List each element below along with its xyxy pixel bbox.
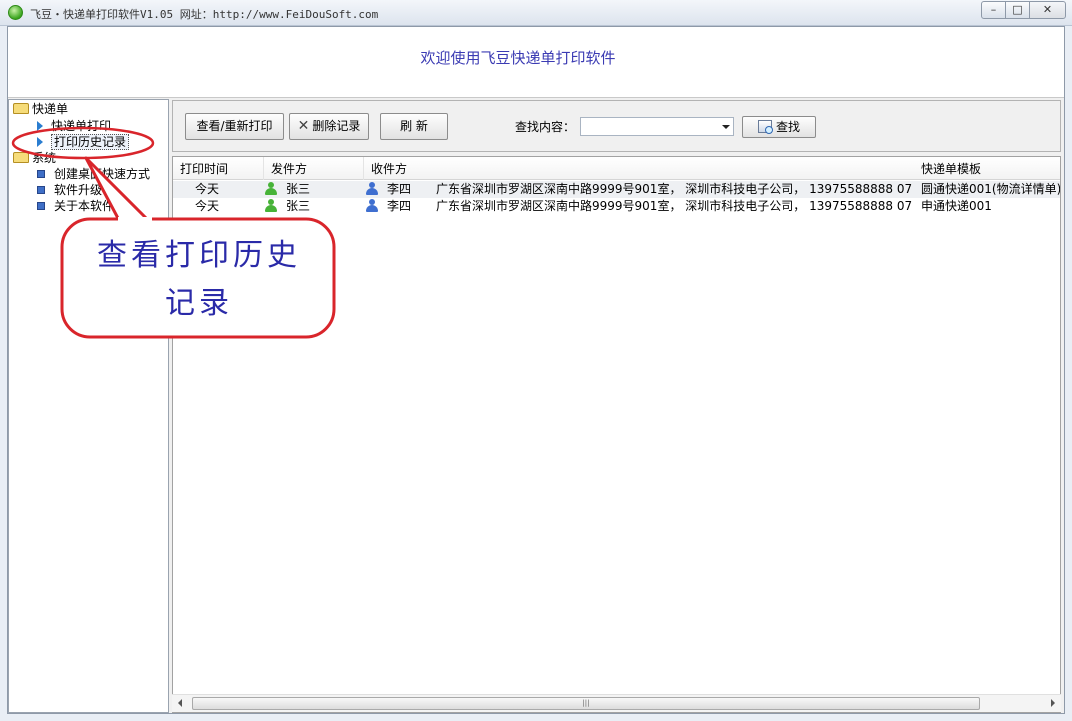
column-header-template[interactable]: 快递单模板	[914, 157, 1060, 180]
app-icon	[8, 5, 23, 20]
cell-template: 申通快递001	[921, 199, 992, 213]
tree-item-desktop-shortcut[interactable]: 创建桌面快速方式	[37, 166, 150, 182]
square-icon	[37, 170, 45, 178]
column-header-print-time[interactable]: 打印时间	[173, 157, 264, 180]
callout-line-2: 记录	[165, 286, 233, 321]
tree-item-waybill-print[interactable]: 快递单打印	[37, 118, 111, 134]
table-header: 打印时间 发件方 收件方 快递单模板	[173, 157, 1060, 180]
view-reprint-button[interactable]: 查看/重新打印	[185, 113, 284, 140]
cell-print-time: 今天	[195, 182, 220, 196]
sender-person-icon	[265, 182, 277, 196]
banner-title: 欢迎使用飞豆快递单打印软件	[420, 49, 616, 67]
search-input[interactable]	[580, 117, 734, 136]
tree-item-about[interactable]: 关于本软件	[37, 198, 114, 214]
tree-item-label: 打印历史记录	[51, 134, 130, 150]
tree-group-label: 系统	[32, 151, 57, 165]
cell-receiver: 李四	[366, 198, 436, 215]
folder-icon	[13, 152, 29, 163]
delete-records-button[interactable]: ✕ 删除记录	[289, 113, 369, 140]
search-button-label: 查找	[775, 120, 800, 134]
tree-item-label: 创建桌面快速方式	[54, 167, 151, 181]
search-label: 查找内容：	[515, 120, 576, 134]
tree-item-print-history[interactable]: 打印历史记录	[37, 134, 130, 150]
search-icon	[757, 120, 773, 134]
cell-print-time: 今天	[195, 199, 220, 213]
table-row[interactable]: 今天 张三 李四 广东省深圳市罗湖区深南中路9999号901室， 深圳市科技电子…	[173, 181, 1061, 198]
column-header-sender[interactable]: 发件方	[264, 157, 364, 180]
cell-receiver-name: 李四	[387, 199, 412, 213]
window-title: 飞豆・快递单打印软件V1.05 网址：http://www.FeiDouSoft…	[30, 8, 379, 21]
search-button[interactable]: 查找	[742, 116, 816, 138]
receiver-person-icon	[366, 182, 378, 196]
table-row[interactable]: 今天 张三 李四 广东省深圳市罗湖区深南中路9999号901室， 深圳市科技电子…	[173, 198, 1060, 215]
tree-item-label: 快递单打印	[51, 119, 112, 133]
cell-receiver-name: 李四	[387, 182, 412, 196]
minimize-button[interactable]: –	[981, 1, 1006, 19]
tree-item-upgrade[interactable]: 软件升级	[37, 182, 102, 198]
delete-x-icon: ✕	[297, 118, 310, 134]
callout-text: 查看打印历史 记录	[68, 232, 330, 328]
welcome-banner: 欢迎使用飞豆快递单打印软件	[8, 27, 1064, 98]
cell-sender: 张三	[265, 198, 361, 215]
scrollbar-thumb[interactable]: |||	[192, 697, 980, 710]
callout-line-1: 查看打印历史	[97, 238, 301, 273]
dropdown-arrow-icon[interactable]	[722, 125, 730, 129]
tree-group-waybill[interactable]: 快递单	[13, 101, 68, 117]
square-icon	[37, 186, 45, 194]
arrow-icon	[37, 137, 43, 147]
cell-address: 广东省深圳市罗湖区深南中路9999号901室， 深圳市科技电子公司， 13975…	[436, 199, 912, 213]
cell-template: 圆通快递001(物流详情单)	[921, 182, 1061, 196]
tree-item-label: 软件升级	[54, 183, 103, 197]
scroll-left-icon[interactable]	[178, 699, 182, 707]
scroll-right-icon[interactable]	[1051, 699, 1055, 707]
delete-records-label: 删除记录	[312, 119, 361, 133]
cell-address: 广东省深圳市罗湖区深南中路9999号901室， 深圳市科技电子公司， 13975…	[436, 182, 912, 196]
maximize-button[interactable]: □	[1005, 1, 1030, 19]
folder-icon	[13, 103, 29, 114]
tree-group-system[interactable]: 系统	[13, 150, 56, 166]
arrow-icon	[37, 121, 43, 131]
navigation-tree: 快递单 快递单打印 打印历史记录 系统 创建桌面快速方式 软件升级 关于本软件	[8, 99, 169, 713]
title-bar: 飞豆・快递单打印软件V1.05 网址：http://www.FeiDouSoft…	[0, 0, 1072, 26]
cell-sender-name: 张三	[286, 199, 311, 213]
receiver-person-icon	[366, 199, 378, 213]
tree-item-label: 关于本软件	[54, 199, 115, 213]
refresh-button[interactable]: 刷 新	[380, 113, 448, 140]
horizontal-scrollbar[interactable]: |||	[172, 694, 1061, 712]
cell-receiver: 李四	[366, 181, 436, 198]
close-button[interactable]: ✕	[1029, 1, 1066, 19]
square-icon	[37, 202, 45, 210]
cell-sender-name: 张三	[286, 182, 311, 196]
cell-sender: 张三	[265, 181, 361, 198]
column-header-receiver[interactable]: 收件方	[364, 157, 914, 180]
tree-group-label: 快递单	[32, 102, 69, 116]
sender-person-icon	[265, 199, 277, 213]
